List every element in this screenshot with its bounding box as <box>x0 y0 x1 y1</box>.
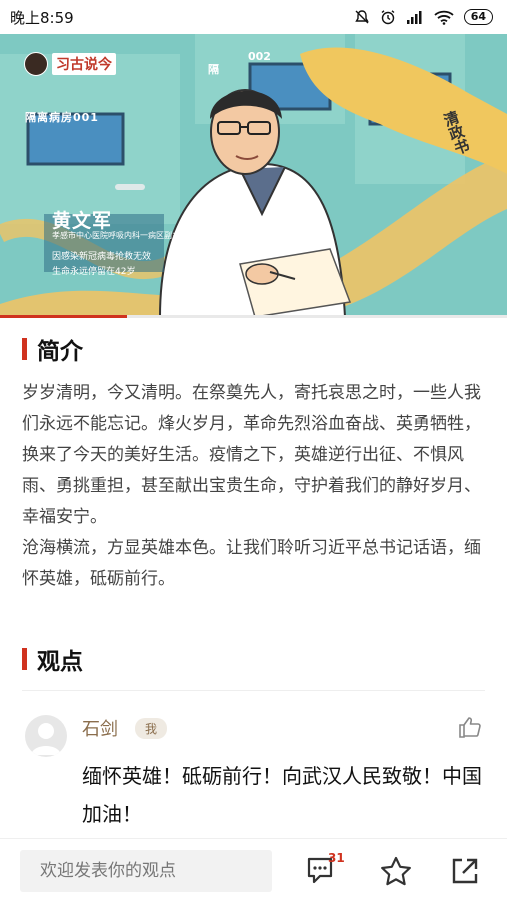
room-label-1: 隔离病房001 <box>25 111 99 124</box>
hero-caption-line1: 因感染新冠病毒抢救无效 <box>52 252 152 262</box>
comment-text: 缅怀英雄！砥砺前行！向武汉人民致敬！中国加油！ <box>82 764 482 826</box>
hero-person-title: 孝感市中心医院呼吸内科一病区副主任医师 <box>52 231 204 240</box>
star-icon[interactable] <box>380 856 412 886</box>
logo-text: 习古说今 <box>52 53 116 75</box>
intro-text: 岁岁清明，今又清明。在祭奠先人，寄托哀思之时，一些人我们永远不能忘记。烽火岁月，… <box>22 378 488 595</box>
hero-person-name: 黄文军 <box>52 210 113 232</box>
comment-count-badge: 31 <box>328 851 345 865</box>
room-label-3: 隔 <box>208 63 219 76</box>
section-accent-bar <box>22 338 27 360</box>
self-badge: 我 <box>135 718 168 739</box>
comment-author[interactable]: 石剑 <box>82 715 118 741</box>
wifi-icon <box>434 10 454 25</box>
default-avatar-icon <box>31 723 61 755</box>
intro-section-title: 简介 <box>37 339 83 365</box>
thumbs-up-icon[interactable] <box>458 716 482 738</box>
divider <box>22 690 485 691</box>
intro-section-header: 简介 <box>22 332 83 366</box>
alarm-icon <box>381 10 395 25</box>
share-icon[interactable] <box>450 856 480 886</box>
avatar[interactable] <box>25 715 67 757</box>
room-label-2: 002 <box>248 50 271 63</box>
intro-paragraph-1: 岁岁清明，今又清明。在祭奠先人，寄托哀思之时，一些人我们永远不能忘记。烽火岁月，… <box>22 383 481 527</box>
opinion-section-header: 观点 <box>22 642 83 676</box>
logo-avatar <box>24 52 48 76</box>
intro-paragraph-2: 沧海横流，方显英雄本色。让我们聆听习近平总书记话语，缅怀英雄，砥砺前行。 <box>22 538 481 589</box>
progress-fill <box>0 315 127 318</box>
mute-icon <box>354 10 369 24</box>
status-icons: 64 <box>354 9 493 25</box>
section-accent-bar <box>22 648 27 670</box>
hero-caption-line2: 生命永远停留在42岁 <box>52 267 136 277</box>
hero-image: 习古说今 隔离病房001 002 隔 清政书 黄文军 孝感市中心医院呼吸内科一病… <box>0 34 507 317</box>
signal-icon <box>406 11 422 24</box>
battery-indicator: 64 <box>463 9 493 25</box>
status-bar: 晚上8:59 64 <box>0 0 507 34</box>
opinion-section-title: 观点 <box>37 649 83 675</box>
video-progress-bar[interactable] <box>0 315 507 318</box>
hero-logo: 习古说今 <box>24 52 116 76</box>
comment-input[interactable]: 欢迎发表你的观点 <box>20 850 272 892</box>
bottom-toolbar: 欢迎发表你的观点 31 <box>0 838 507 902</box>
status-time: 晚上8:59 <box>10 8 74 27</box>
